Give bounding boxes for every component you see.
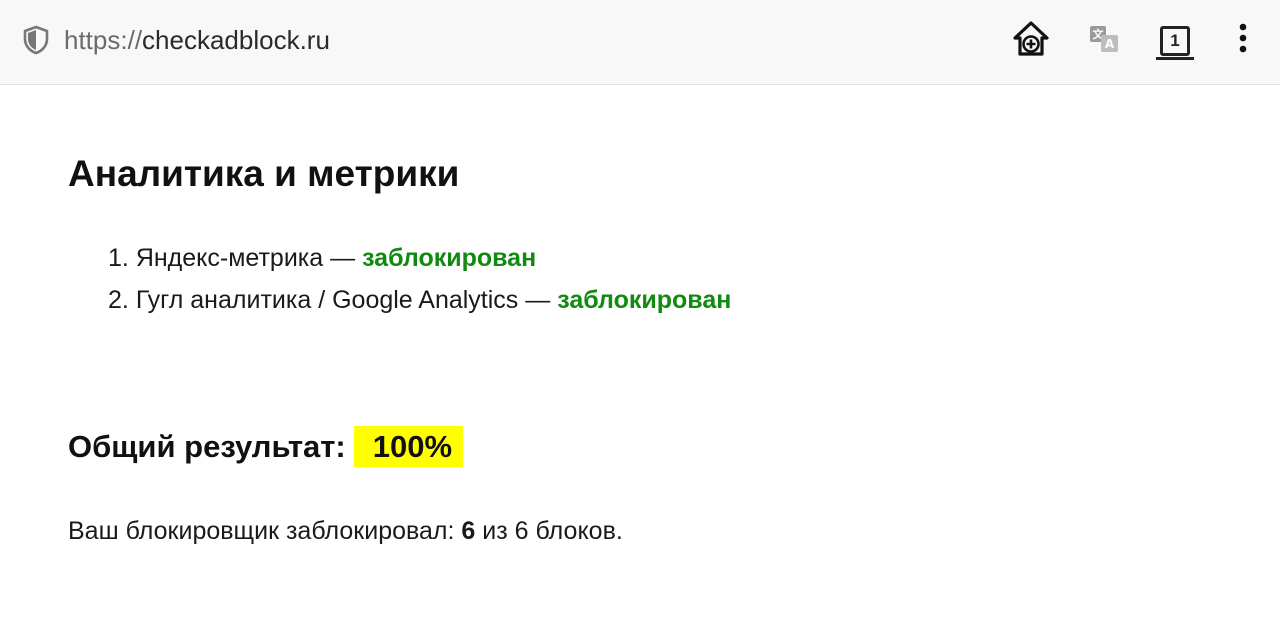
summary-prefix: Ваш блокировщик заблокировал: [68, 517, 455, 545]
url-scheme: https:// [64, 25, 143, 55]
status-label: заблокирован [557, 286, 732, 314]
result-value: 100% [353, 426, 464, 467]
tab-count: 1 [1170, 31, 1180, 50]
address-bar[interactable]: https://checkadblock.ru [64, 24, 330, 56]
summary-suffix: из 6 блоков. [482, 517, 623, 545]
result-label: Общий результат: [68, 429, 346, 464]
tabs-underline [1156, 57, 1194, 60]
shield-icon[interactable] [22, 25, 50, 55]
checks-list: 1. Яндекс-метрика — заблокирован 2. Гугл… [108, 237, 731, 321]
add-to-home-button[interactable] [1008, 18, 1054, 64]
add-to-home-icon [1011, 19, 1051, 64]
item-number: 2. [108, 286, 129, 314]
overall-result: Общий результат: 100% [68, 425, 464, 469]
menu-button[interactable] [1228, 18, 1258, 64]
svg-text:A: A [1105, 37, 1115, 51]
section-title: Аналитика и метрики [68, 153, 460, 194]
list-item: 2. Гугл аналитика / Google Analytics — з… [108, 279, 731, 321]
status-label: заблокирован [362, 244, 537, 272]
list-item: 1. Яндекс-метрика — заблокирован [108, 237, 731, 279]
translate-button[interactable]: 文 A [1086, 18, 1122, 64]
item-number: 1. [108, 244, 129, 272]
more-vert-icon [1237, 22, 1249, 61]
item-label: Яндекс-метрика — [135, 244, 356, 272]
summary-blocked-count: 6 [461, 517, 476, 545]
translate-icon: 文 A [1088, 23, 1120, 60]
summary-text: Ваш блокировщик заблокировал: 6 из 6 бло… [68, 513, 623, 549]
item-label: Гугл аналитика / Google Analytics — [135, 286, 551, 314]
url-host: checkadblock.ru [142, 25, 330, 55]
tabs-icon: 1 [1160, 26, 1190, 56]
browser-toolbar: https://checkadblock.ru 文 A 1 [0, 0, 1280, 85]
